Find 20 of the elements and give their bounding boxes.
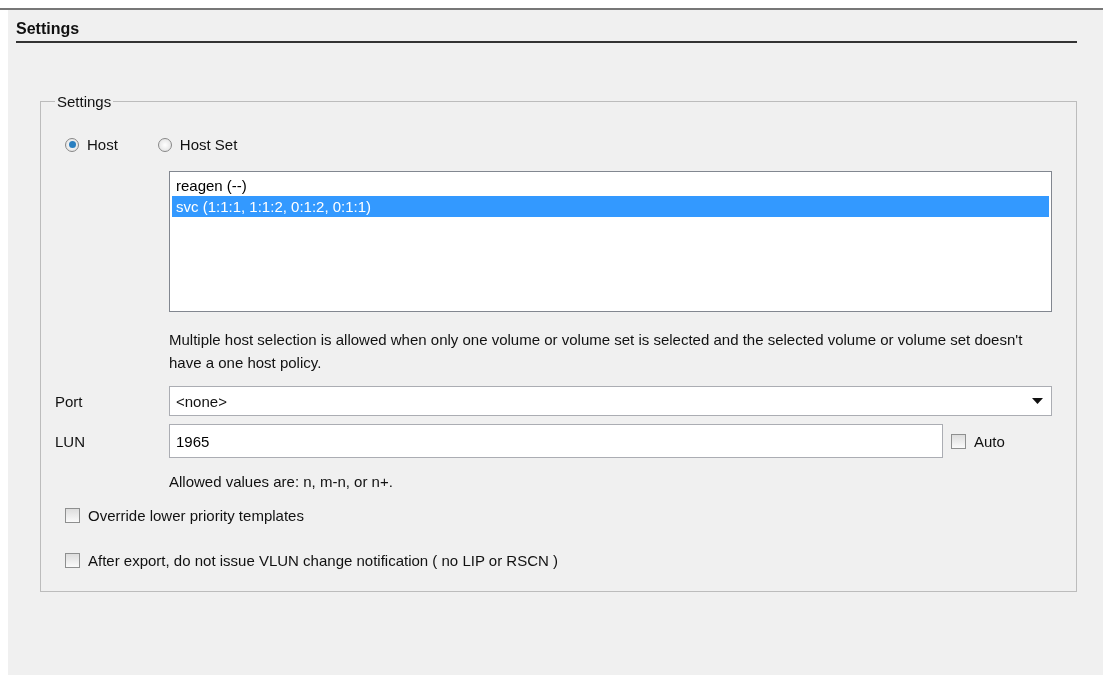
radio-option[interactable]: Host Set [157, 136, 238, 153]
lun-field[interactable]: 1965 [169, 424, 943, 458]
checkbox[interactable] [65, 508, 80, 523]
checkbox[interactable] [951, 433, 966, 449]
checkbox-option[interactable]: Auto [951, 432, 1005, 450]
field-label: LUN [55, 432, 86, 450]
help-text: Allowed values are: n, m-n, or n+. [169, 472, 394, 492]
field-label: Port [55, 392, 84, 410]
caret-icon [1032, 398, 1043, 404]
radio-option[interactable]: Host [65, 136, 118, 153]
checkbox[interactable] [65, 553, 80, 568]
checkbox-option[interactable]: After export, do not issue VLUN change notification ( no LIP or RSCN ) [65, 552, 1052, 569]
list-item[interactable]: reagen (--) [172, 175, 1049, 196]
checkbox-option[interactable]: Override lower priority templates [65, 507, 1052, 524]
group-title: Settings [56, 93, 113, 110]
radio-button[interactable] [157, 137, 172, 152]
section-title: Settings [16, 20, 1077, 43]
radio-button[interactable] [65, 137, 79, 152]
help-text: Multiple host selection is allowed when only one volume or volume set is selected and the selected volume or volume set doesn't have a one host policy. [169, 330, 1024, 373]
port-dropdown[interactable]: <none> [169, 386, 1052, 416]
